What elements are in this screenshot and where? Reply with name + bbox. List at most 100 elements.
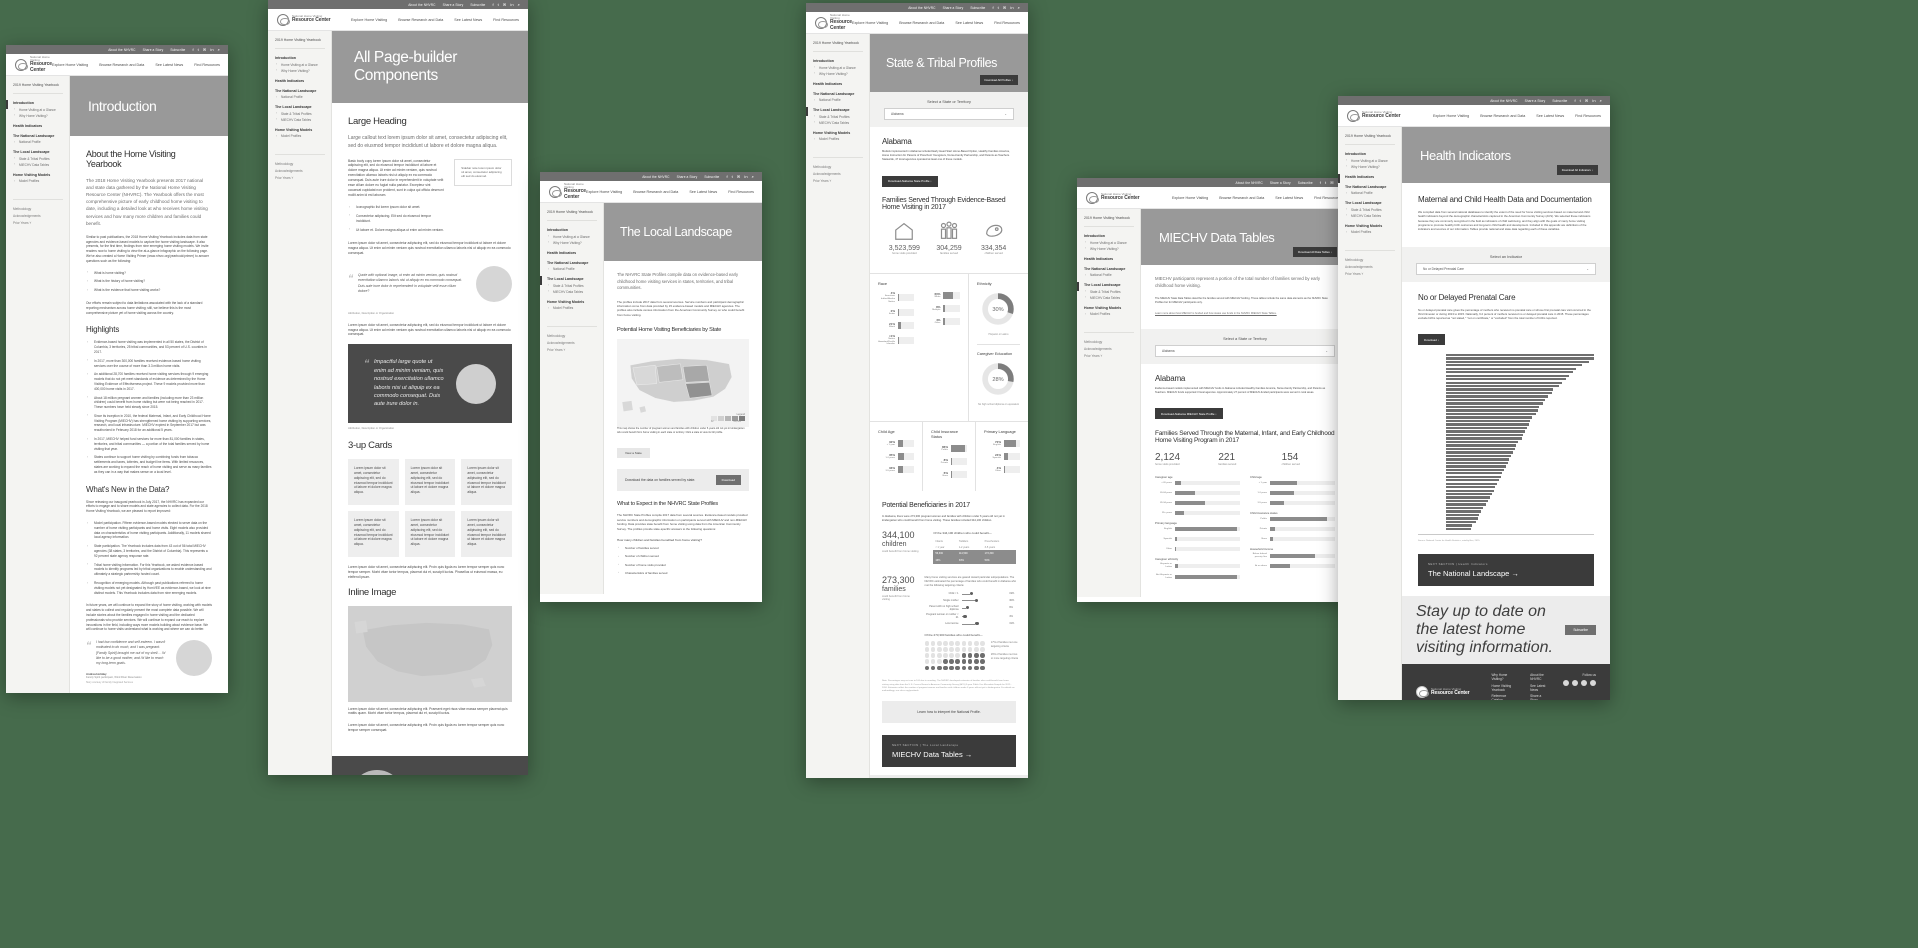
sidebar-item-state-tribal[interactable]: State & Tribal Profiles <box>13 156 63 161</box>
sidebar-item-state-tribal[interactable]: State & Tribal Profiles <box>275 111 325 116</box>
search-icon[interactable]: ⌕ <box>1018 5 1020 10</box>
logo[interactable]: National Home Visiting Resource Center <box>1347 109 1401 122</box>
utility-link-share[interactable]: Share a Story <box>1270 181 1291 185</box>
twitter-icon[interactable]: t <box>1325 180 1326 185</box>
search-icon[interactable]: ⌕ <box>1600 98 1602 103</box>
sidebar-item-national-profile[interactable]: National Profile <box>275 95 325 100</box>
download-all-tables-button[interactable]: Download All Data Tables ↓ <box>1293 247 1337 257</box>
sidebar-item-state-tribal[interactable]: State & Tribal Profiles <box>547 283 597 288</box>
email-icon[interactable] <box>1581 680 1587 687</box>
page-all-components[interactable]: About the NHVRC Share a Story Subscribe … <box>268 0 528 775</box>
sidebar-item-model-profiles[interactable]: Model Profiles <box>13 179 63 184</box>
sidebar-prior-years[interactable]: Prior Years ˅ <box>275 176 325 180</box>
utility-link-about[interactable]: About the NHVRC <box>1490 99 1517 103</box>
sidebar-group-national[interactable]: The National Landscape National Profile <box>13 134 63 145</box>
sidebar-group-local[interactable]: The Local Landscape State & Tribal Profi… <box>547 277 597 294</box>
linkedin-icon[interactable] <box>1590 680 1596 687</box>
utility-link-share[interactable]: Share a Story <box>143 48 164 52</box>
nav-news[interactable]: See Latest News <box>155 63 183 67</box>
sidebar-item-glance[interactable]: Home Visiting at a Glance <box>1345 158 1395 163</box>
search-icon[interactable]: ⌕ <box>752 174 754 179</box>
chart-download-button[interactable]: Download ↓ <box>1418 334 1446 346</box>
sidebar-group-models[interactable]: Home Visiting Models Model Profiles <box>813 131 863 142</box>
sidebar-item-national-profile[interactable]: National Profile <box>13 140 63 145</box>
nav-research[interactable]: Browse Research and Data <box>899 21 944 25</box>
social-icons[interactable]: f t ✉ in ⌕ <box>492 2 520 7</box>
sidebar-group-introduction[interactable]: Introduction Home Visiting at a Glance W… <box>1084 234 1134 251</box>
sidebar-item-why[interactable]: Why Home Visiting? <box>13 113 63 118</box>
utility-link-subscribe[interactable]: Subscribe <box>704 175 719 179</box>
utility-link-share[interactable]: Share a Story <box>443 3 464 7</box>
nav-news[interactable]: See Latest News <box>454 18 482 22</box>
sidebar-item-miechv[interactable]: MIECHV Data Tables <box>813 120 863 125</box>
sidebar-item-glance[interactable]: Home Visiting at a Glance <box>13 107 63 112</box>
email-icon[interactable]: ✉ <box>1330 180 1333 185</box>
sidebar-prior-years[interactable]: Prior Years ˅ <box>1084 354 1134 358</box>
facebook-icon[interactable]: f <box>492 2 493 7</box>
sidebar-group-models[interactable]: Home Visiting Models Model Profiles <box>13 173 63 184</box>
twitter-icon[interactable]: t <box>998 5 999 10</box>
twitter-icon[interactable]: t <box>1580 98 1581 103</box>
sidebar-group-local[interactable]: The Local Landscape State & Tribal Profi… <box>13 150 63 167</box>
sidebar-group-introduction[interactable]: Introduction Home Visiting at a Glance W… <box>275 56 325 73</box>
nav-resources[interactable]: Find Resources <box>728 190 754 194</box>
sidebar-prior-years[interactable]: Prior Years ˅ <box>813 179 863 183</box>
footer-link[interactable]: Share a Story <box>1530 694 1549 700</box>
footer-link[interactable]: See Latest News <box>1530 684 1549 692</box>
linkedin-icon[interactable]: in <box>744 174 747 179</box>
footer-link[interactable]: Home Visiting Yearbook <box>1492 684 1517 692</box>
utility-link-share[interactable]: Share a Story <box>677 175 698 179</box>
sidebar-item-why[interactable]: Why Home Visiting? <box>275 68 325 73</box>
utility-link-share[interactable]: Share a Story <box>1525 99 1546 103</box>
page-miechv-data-tables[interactable]: About the NHVRC Share a Story Subscribe … <box>1077 178 1349 602</box>
page-health-indicators[interactable]: About the NHVRC Share a Story Subscribe … <box>1338 96 1610 700</box>
search-icon[interactable]: ⌕ <box>218 47 220 52</box>
interpret-card[interactable]: Learn how to interpret the National Prof… <box>882 701 1016 724</box>
sidebar-item-model-profiles[interactable]: Model Profiles <box>275 134 325 139</box>
logo[interactable]: National Home Visiting Resource Center <box>277 13 331 26</box>
sidebar-item-state-tribal[interactable]: State & Tribal Profiles <box>813 114 863 119</box>
social-icons[interactable]: f t ✉ in ⌕ <box>992 5 1020 10</box>
sidebar-prior-years[interactable]: Prior Years ˅ <box>1345 272 1395 276</box>
utility-link-about[interactable]: About the NHVRC <box>108 48 135 52</box>
sidebar-group-health-indicators[interactable]: Health Indicators <box>275 79 325 83</box>
download-all-indicators-button[interactable]: Download All Indicators ↓ <box>1556 165 1598 175</box>
twitter-icon[interactable]: t <box>732 174 733 179</box>
sidebar-item-why[interactable]: Why Home Visiting? <box>813 71 863 76</box>
nav-explore[interactable]: Explore Home Visiting <box>852 21 888 25</box>
sidebar-group-models[interactable]: Home Visiting Models Model Profiles <box>1084 306 1134 317</box>
sidebar-group-national[interactable]: The National Landscape National Profile <box>275 89 325 100</box>
sidebar-group-introduction[interactable]: Introduction Home Visiting at a Glance W… <box>547 228 597 245</box>
twitter-icon[interactable]: t <box>198 47 199 52</box>
email-icon[interactable]: ✉ <box>737 174 740 179</box>
page-introduction[interactable]: About the NHVRC Share a Story Subscribe … <box>6 45 228 693</box>
sidebar-group-local[interactable]: The Local Landscape State & Tribal Profi… <box>1345 201 1395 218</box>
sidebar-acknowledgements[interactable]: Acknowledgements <box>547 341 597 345</box>
sidebar-item-glance[interactable]: Home Visiting at a Glance <box>1084 240 1134 245</box>
sidebar-group-local[interactable]: The Local Landscape State & Tribal Profi… <box>813 108 863 125</box>
sidebar-group-health-indicators[interactable]: Health Indicators <box>547 251 597 255</box>
card[interactable]: Lorem ipsum dolor sit amet, consectetur … <box>404 510 456 557</box>
social-icons[interactable]: f t ✉ in ⌕ <box>726 174 754 179</box>
sidebar-item-national-profile[interactable]: National Profile <box>813 98 863 103</box>
sidebar-item-why[interactable]: Why Home Visiting? <box>547 240 597 245</box>
page-state-tribal-profiles[interactable]: About the NHVRC Share a Story Subscribe … <box>806 3 1028 778</box>
sidebar-group-local[interactable]: The Local Landscape State & Tribal Profi… <box>275 105 325 122</box>
sidebar-prior-years[interactable]: Prior Years ˅ <box>547 348 597 352</box>
linkedin-icon[interactable]: in <box>510 2 513 7</box>
sidebar-item-model-profiles[interactable]: Model Profiles <box>1084 312 1134 317</box>
email-icon[interactable]: ✉ <box>1003 5 1006 10</box>
card[interactable]: Lorem ipsum dolor sit amet, consectetur … <box>348 510 399 557</box>
download-all-profiles-button[interactable]: Download All Profiles ↓ <box>979 75 1018 85</box>
facebook-icon[interactable]: f <box>992 5 993 10</box>
sidebar-item-miechv[interactable]: MIECHV Data Tables <box>13 162 63 167</box>
facebook-icon[interactable]: f <box>726 174 727 179</box>
utility-link-about[interactable]: About the NHVRC <box>642 175 669 179</box>
sidebar-group-national[interactable]: The National Landscape National Profile <box>1084 267 1134 278</box>
sidebar-group-national[interactable]: The National Landscape National Profile <box>813 92 863 103</box>
sidebar-group-introduction[interactable]: Introduction Home Visiting at a Glance W… <box>13 101 63 118</box>
nav-resources[interactable]: Find Resources <box>1575 114 1601 118</box>
nav-news[interactable]: See Latest News <box>1275 196 1303 200</box>
sidebar-item-national-profile[interactable]: National Profile <box>1345 191 1395 196</box>
utility-link-about[interactable]: About the NHVRC <box>908 6 935 10</box>
